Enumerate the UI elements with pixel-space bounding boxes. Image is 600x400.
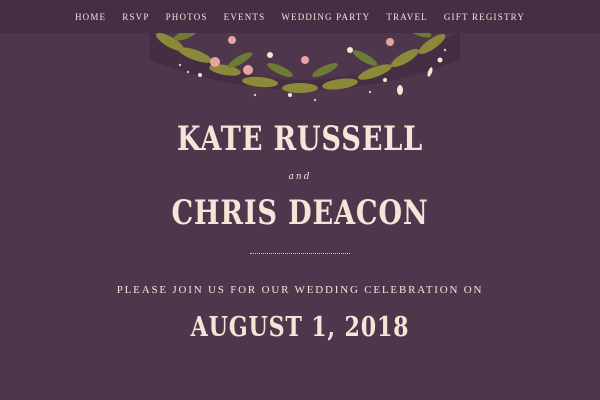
nav-travel-link[interactable]: TRAVEL xyxy=(386,12,428,22)
invitation-text: PLEASE JOIN US FOR OUR WEDDING CELEBRATI… xyxy=(116,284,484,296)
top-navigation: HOME RSVP PHOTOS EVENTS WEDDING PARTY TR… xyxy=(0,0,600,33)
nav-gift-registry-link[interactable]: GIFT REGISTRY xyxy=(444,12,525,22)
name-connector: and xyxy=(288,172,312,182)
nav-events-link[interactable]: EVENTS xyxy=(224,12,266,22)
nav-wedding-party-link[interactable]: WEDDING PARTY xyxy=(281,12,370,22)
groom-name-text: CHRIS DEACON xyxy=(171,193,429,233)
floral-wreath-illustration xyxy=(150,25,460,102)
bride-name: KATE RUSSELL xyxy=(0,122,600,156)
nav-photos-link[interactable]: PHOTOS xyxy=(166,12,208,22)
bride-name-text: KATE RUSSELL xyxy=(176,119,424,159)
groom-name: CHRIS DEACON xyxy=(0,196,600,230)
wedding-date: AUGUST 1, 2018 xyxy=(190,312,410,343)
nav-rsvp-link[interactable]: RSVP xyxy=(122,12,149,22)
dotted-divider xyxy=(250,253,350,254)
nav-home-link[interactable]: HOME xyxy=(75,12,106,22)
